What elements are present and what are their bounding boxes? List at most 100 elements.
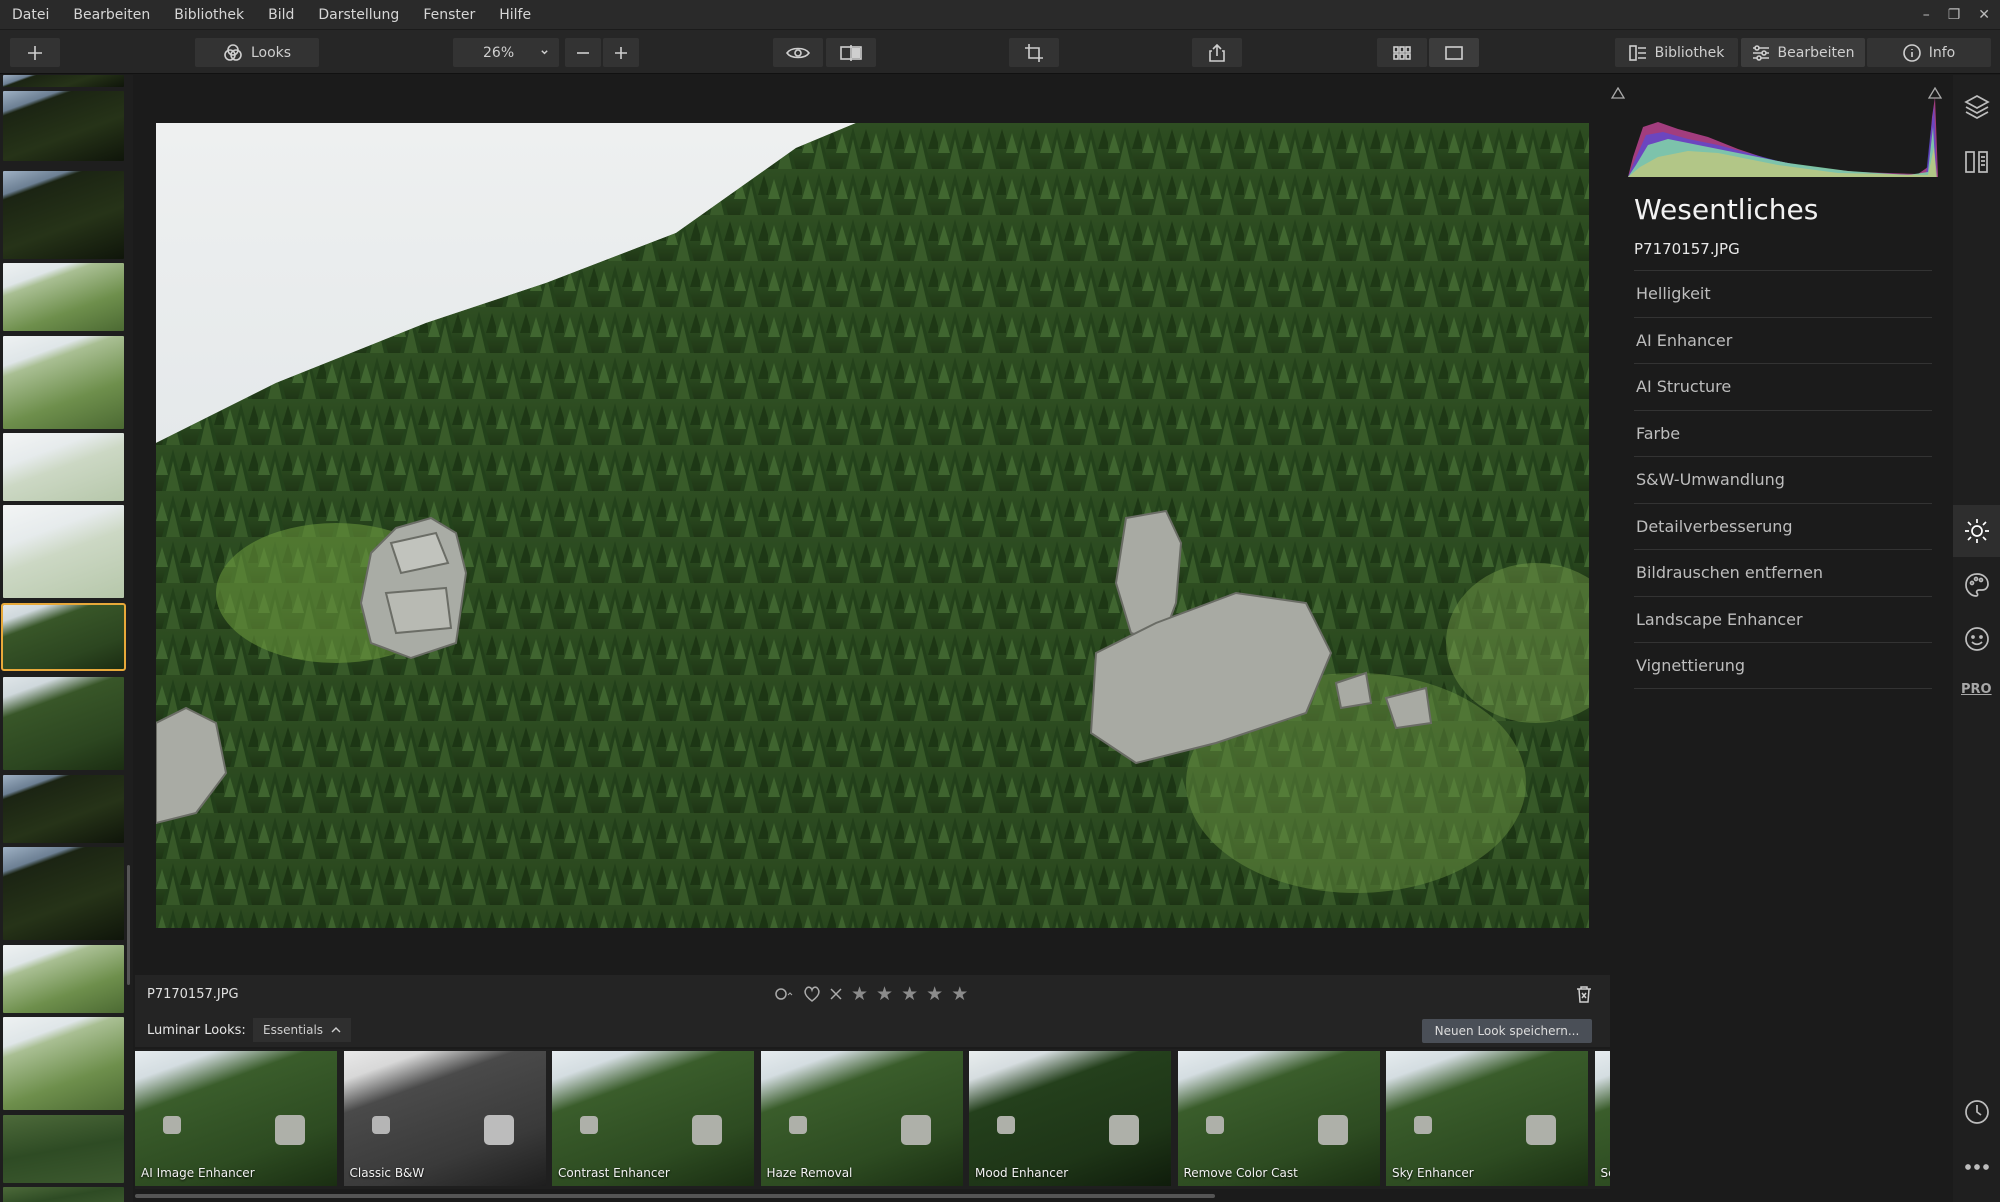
tool-strip: PRO bbox=[1953, 75, 2000, 1202]
filmstrip-thumbnail-selected[interactable] bbox=[1, 603, 126, 671]
look-name: AI Image Enhancer bbox=[141, 1166, 255, 1180]
filmstrip-thumbnail[interactable] bbox=[3, 171, 124, 259]
filter-ai-enhancer[interactable]: AI Enhancer bbox=[1634, 316, 1932, 364]
filmstrip-thumbnail[interactable] bbox=[3, 336, 124, 429]
look-card[interactable]: Haze Removal bbox=[760, 1051, 963, 1186]
filmstrip-thumbnail[interactable] bbox=[3, 433, 124, 501]
zoom-in-button[interactable] bbox=[603, 38, 639, 67]
grid-view-button[interactable] bbox=[1377, 38, 1427, 67]
trash-icon[interactable] bbox=[1576, 985, 1592, 1003]
filter-bildrauschen[interactable]: Bildrauschen entfernen bbox=[1634, 549, 1932, 596]
single-view-button[interactable] bbox=[1429, 38, 1479, 67]
image-canvas[interactable] bbox=[135, 75, 1610, 975]
star-4[interactable]: ★ bbox=[926, 983, 943, 1005]
reject-icon[interactable] bbox=[829, 987, 843, 1001]
looks-category-value: Essentials bbox=[263, 1023, 324, 1037]
close-button[interactable]: ✕ bbox=[1978, 7, 1990, 23]
look-name: Classic B&W bbox=[349, 1166, 425, 1180]
filmstrip-thumbnail[interactable] bbox=[3, 1017, 124, 1110]
filter-landscape-enhancer[interactable]: Landscape Enhancer bbox=[1634, 595, 1932, 643]
menu-bild[interactable]: Bild bbox=[256, 7, 306, 23]
filter-vignettierung[interactable]: Vignettierung bbox=[1634, 642, 1932, 689]
color-label-icon[interactable] bbox=[775, 987, 795, 1001]
filter-detailverbesserung[interactable]: Detailverbesserung bbox=[1634, 502, 1932, 550]
restore-button[interactable]: ❐ bbox=[1948, 7, 1961, 23]
menu-bibliothek[interactable]: Bibliothek bbox=[162, 7, 256, 23]
star-5[interactable]: ★ bbox=[951, 983, 968, 1005]
filter-ai-structure[interactable]: AI Structure bbox=[1634, 363, 1932, 410]
preview-button[interactable] bbox=[773, 38, 823, 67]
menu-fenster[interactable]: Fenster bbox=[411, 7, 487, 23]
tab-bearbeiten[interactable]: Bearbeiten bbox=[1741, 38, 1865, 67]
minimize-button[interactable]: – bbox=[1923, 7, 1930, 23]
looks-bar: Luminar Looks: Essentials Neuen Look spe… bbox=[135, 1013, 1610, 1047]
clock-icon bbox=[1965, 1100, 1989, 1124]
look-thumbnail-rock bbox=[275, 1115, 305, 1145]
more-button[interactable] bbox=[1963, 1153, 1991, 1181]
portrait-button[interactable] bbox=[1963, 625, 1991, 653]
filmstrip-scrollbar[interactable] bbox=[127, 865, 130, 985]
essentials-button[interactable] bbox=[1963, 517, 1991, 545]
filmstrip-thumbnail[interactable] bbox=[3, 263, 124, 331]
looks-icon bbox=[224, 43, 242, 61]
looks-category-select[interactable]: Essentials bbox=[253, 1018, 352, 1042]
star-1[interactable]: ★ bbox=[851, 983, 868, 1005]
look-thumbnail-rock bbox=[1526, 1115, 1556, 1145]
menu-datei[interactable]: Datei bbox=[0, 7, 61, 23]
filter-sw-umwandlung[interactable]: S&W-Umwandlung bbox=[1634, 456, 1932, 503]
canvas-button[interactable] bbox=[1963, 148, 1991, 176]
crop-button[interactable] bbox=[1009, 38, 1059, 67]
filmstrip-thumbnail[interactable] bbox=[3, 91, 124, 161]
look-card[interactable]: AI Image Enhancer bbox=[135, 1051, 337, 1186]
add-button[interactable] bbox=[10, 38, 60, 67]
menu-darstellung[interactable]: Darstellung bbox=[306, 7, 411, 23]
zoom-select[interactable]: 26% bbox=[453, 38, 559, 67]
star-2[interactable]: ★ bbox=[876, 983, 893, 1005]
share-button[interactable] bbox=[1192, 38, 1242, 67]
creative-button[interactable] bbox=[1963, 571, 1991, 599]
filmstrip-thumbnail[interactable] bbox=[3, 775, 124, 843]
look-card[interactable]: Mood Enhancer bbox=[969, 1051, 1171, 1186]
look-card[interactable]: Sc bbox=[1594, 1051, 1610, 1186]
filmstrip-thumbnail[interactable] bbox=[3, 677, 124, 770]
filmstrip bbox=[0, 75, 133, 1202]
save-look-button[interactable]: Neuen Look speichern... bbox=[1422, 1019, 1592, 1043]
filmstrip-thumbnail[interactable] bbox=[3, 847, 124, 940]
look-card[interactable]: Contrast Enhancer bbox=[552, 1051, 754, 1186]
star-3[interactable]: ★ bbox=[901, 983, 918, 1005]
look-card[interactable]: Classic B&W bbox=[343, 1051, 546, 1186]
look-thumbnail-rock bbox=[1205, 1116, 1224, 1134]
pro-label[interactable]: PRO bbox=[1961, 682, 1992, 697]
menu-hilfe[interactable]: Hilfe bbox=[487, 7, 543, 23]
histogram-warning-left-icon[interactable] bbox=[1611, 87, 1625, 99]
filmstrip-thumbnail[interactable] bbox=[3, 1187, 124, 1202]
looks-label: Looks bbox=[250, 44, 292, 61]
panel-title: Wesentliches bbox=[1634, 193, 1819, 226]
rating-controls: ★ ★ ★ ★ ★ bbox=[775, 983, 968, 1005]
main-photo[interactable] bbox=[156, 123, 1589, 928]
face-icon bbox=[1965, 627, 1989, 651]
filmstrip-thumbnail[interactable] bbox=[3, 505, 124, 598]
layers-button[interactable] bbox=[1963, 93, 1991, 121]
filmstrip-thumbnail[interactable] bbox=[3, 1115, 124, 1183]
filter-farbe[interactable]: Farbe bbox=[1634, 409, 1932, 457]
look-card[interactable]: Remove Color Cast bbox=[1177, 1051, 1380, 1186]
menu-bearbeiten[interactable]: Bearbeiten bbox=[61, 7, 162, 23]
image-info-bar: P7170157.JPG ★ ★ ★ ★ ★ bbox=[135, 975, 1610, 1013]
filter-helligkeit[interactable]: Helligkeit bbox=[1634, 270, 1932, 317]
heart-icon[interactable] bbox=[803, 986, 821, 1002]
looks-scrollbar[interactable] bbox=[135, 1194, 1215, 1198]
compare-button[interactable] bbox=[826, 38, 876, 67]
filmstrip-thumbnail[interactable] bbox=[3, 945, 124, 1013]
history-button[interactable] bbox=[1963, 1098, 1991, 1126]
panel-filename: P7170157.JPG bbox=[1634, 240, 1740, 258]
zoom-out-button[interactable] bbox=[565, 38, 601, 67]
look-thumbnail-rock bbox=[788, 1116, 807, 1134]
filmstrip-thumbnail[interactable] bbox=[3, 75, 124, 87]
tab-info[interactable]: Info bbox=[1867, 38, 1991, 67]
grid-icon bbox=[1393, 45, 1411, 60]
tab-bibliothek[interactable]: Bibliothek bbox=[1615, 38, 1738, 67]
looks-button[interactable]: Looks bbox=[195, 38, 319, 67]
look-thumbnail-rock bbox=[692, 1115, 722, 1145]
look-card[interactable]: Sky Enhancer bbox=[1386, 1051, 1588, 1186]
